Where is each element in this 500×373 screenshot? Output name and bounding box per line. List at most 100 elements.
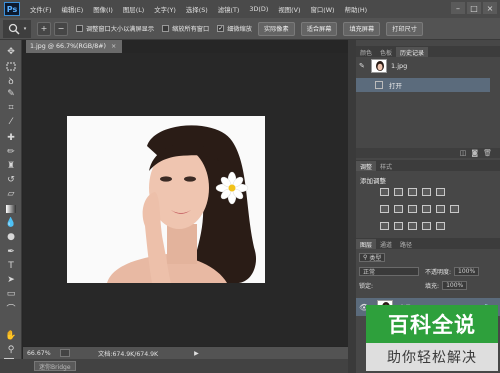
menu-edit[interactable]: 编辑(E) [61,5,83,14]
actual-pixels-button[interactable]: 实际像素 [257,21,295,36]
status-menu-arrow[interactable]: ▶ [194,350,199,357]
search-icon: ⚲ [363,254,368,261]
color-lookup-icon[interactable] [450,205,459,213]
tab-color[interactable]: 颜色 [356,47,376,57]
path-selection-tool-icon[interactable]: ➤ [4,274,18,286]
layer-filter-row: ⚲ 类型 [356,251,500,264]
move-tool-icon[interactable]: ✥ [4,46,18,58]
history-brush-tool-icon[interactable]: ↺ [4,174,18,186]
eraser-tool-icon[interactable]: ▱ [4,188,18,200]
healing-brush-tool-icon[interactable]: ✚ [4,132,18,144]
camera-icon[interactable]: ◙ [471,149,478,157]
gradient-tool-icon[interactable] [4,203,18,215]
zoom-out-button[interactable]: − [54,21,68,36]
tab-swatches[interactable]: 色板 [376,47,396,57]
history-snapshot[interactable]: ✎ 1.jpg [356,59,490,73]
black-white-icon[interactable] [408,205,417,213]
3d-tool-icon[interactable]: ⌒ [4,302,18,315]
mini-bridge-bar: 迷你Bridge [0,359,350,373]
menu-select[interactable]: 选择(S) [186,5,208,14]
dodge-tool-icon[interactable]: ● [4,231,18,243]
menu-view[interactable]: 视图(V) [278,5,300,14]
blur-tool-icon[interactable]: 💧 [4,217,18,229]
menu-help[interactable]: 帮助(H) [345,5,368,14]
levels-icon[interactable] [394,188,403,196]
history-panel-tabs: 颜色 色板 历史记录 [356,46,500,57]
hand-tool-icon[interactable]: ✋ [4,330,18,342]
menu-3d[interactable]: 3D(D) [249,5,268,13]
invert-icon[interactable] [380,222,389,230]
resize-windows-checkbox[interactable]: 调整窗口大小以满屏显示 [76,24,154,33]
zoom-all-windows-label: 缩放所有窗口 [172,26,210,33]
adjust-row-1 [380,188,445,196]
brightness-icon[interactable] [380,188,389,196]
scrubby-zoom-checkbox[interactable]: ✓ 细微缩放 [217,24,252,33]
zoom-all-windows-checkbox[interactable]: 缩放所有窗口 [162,24,209,33]
scrubby-zoom-label: 细微缩放 [227,26,252,33]
close-icon[interactable]: × [111,43,116,50]
marquee-tool-icon[interactable] [4,60,18,72]
document-image[interactable] [67,116,265,283]
magnifier-icon [8,23,20,35]
menu-file[interactable]: 文件(F) [30,5,51,14]
minimize-button[interactable]: – [451,2,465,14]
portrait-photo [67,116,265,283]
fit-screen-button[interactable]: 适合屏幕 [300,21,338,36]
shape-tool-icon[interactable]: ▭ [4,288,18,300]
exposure-icon[interactable] [422,188,431,196]
clone-stamp-tool-icon[interactable]: ♜ [4,160,18,172]
menu-type[interactable]: 文字(Y) [154,5,176,14]
tab-styles[interactable]: 样式 [376,161,396,171]
opacity-input[interactable]: 100% [454,267,480,276]
zoom-tool-preset[interactable]: ▾ [3,19,31,38]
tab-layers[interactable]: 图层 [356,239,377,249]
brush-tool-icon[interactable]: ✏ [4,146,18,158]
fill-input[interactable]: 100% [442,281,468,290]
channel-mixer-icon[interactable] [436,205,445,213]
tab-channels[interactable]: 通道 [376,239,396,249]
tab-adjustments[interactable]: 调整 [356,161,377,171]
status-info-icon[interactable] [60,349,70,357]
posterize-icon[interactable] [394,222,403,230]
menu-layer[interactable]: 图层(L) [123,5,144,14]
gradient-map-icon[interactable] [422,222,431,230]
photo-filter-icon[interactable] [422,205,431,213]
fill-label: 填充: [425,283,440,290]
fill-screen-button[interactable]: 填充屏幕 [343,21,381,36]
tab-paths[interactable]: 路径 [396,239,416,249]
quick-select-tool-icon[interactable]: ✎ [4,88,18,100]
vibrance-icon[interactable] [436,188,445,196]
type-tool-icon[interactable]: T [4,260,18,272]
document-tab[interactable]: 1.jpg @ 66.7%(RGB/8#) × [26,40,122,53]
menu-image[interactable]: 图像(I) [93,5,113,14]
tools-panel: ✥ ꝺ ✎ ⌗ ⁄ ✚ ✏ ♜ ↺ ▱ 💧 ● ✒ T ➤ ▭ ⌒ ✋ ⚲ [0,40,22,373]
zoom-in-button[interactable]: + [37,21,51,36]
crop-tool-icon[interactable]: ⌗ [4,102,18,114]
zoom-tool-icon[interactable]: ⚲ [4,344,18,356]
curves-icon[interactable] [408,188,417,196]
threshold-icon[interactable] [408,222,417,230]
window-controls: – □ × [451,2,497,14]
layer-kind-dropdown[interactable]: ⚲ 类型 [359,253,386,262]
print-size-button[interactable]: 打印尺寸 [386,21,423,36]
close-button[interactable]: × [483,2,497,14]
selective-color-icon[interactable] [436,222,445,230]
hue-saturation-icon[interactable] [380,205,389,213]
eyedropper-tool-icon[interactable]: ⁄ [4,116,18,128]
history-item[interactable]: 打开 [356,78,490,92]
watermark: 百科全说 助你轻松解决 [366,305,498,371]
maximize-button[interactable]: □ [467,2,481,14]
menu-window[interactable]: 窗口(W) [310,5,334,14]
zoom-level[interactable]: 66.67% [23,350,57,357]
history-panel-footer: ◫ ◙ 🗑 [356,148,500,158]
lasso-tool-icon[interactable]: ꝺ [4,74,18,87]
trash-icon[interactable]: 🗑 [483,149,492,157]
blend-mode-dropdown[interactable]: 正常 [359,267,419,276]
tab-history[interactable]: 历史记录 [396,47,429,57]
pen-tool-icon[interactable]: ✒ [4,246,18,258]
mini-bridge-tab[interactable]: 迷你Bridge [34,361,76,371]
brush-source-icon: ✎ [359,62,365,70]
menu-filter[interactable]: 滤镜(T) [218,5,240,14]
color-balance-icon[interactable] [394,205,403,213]
new-document-icon[interactable]: ◫ [460,149,467,157]
